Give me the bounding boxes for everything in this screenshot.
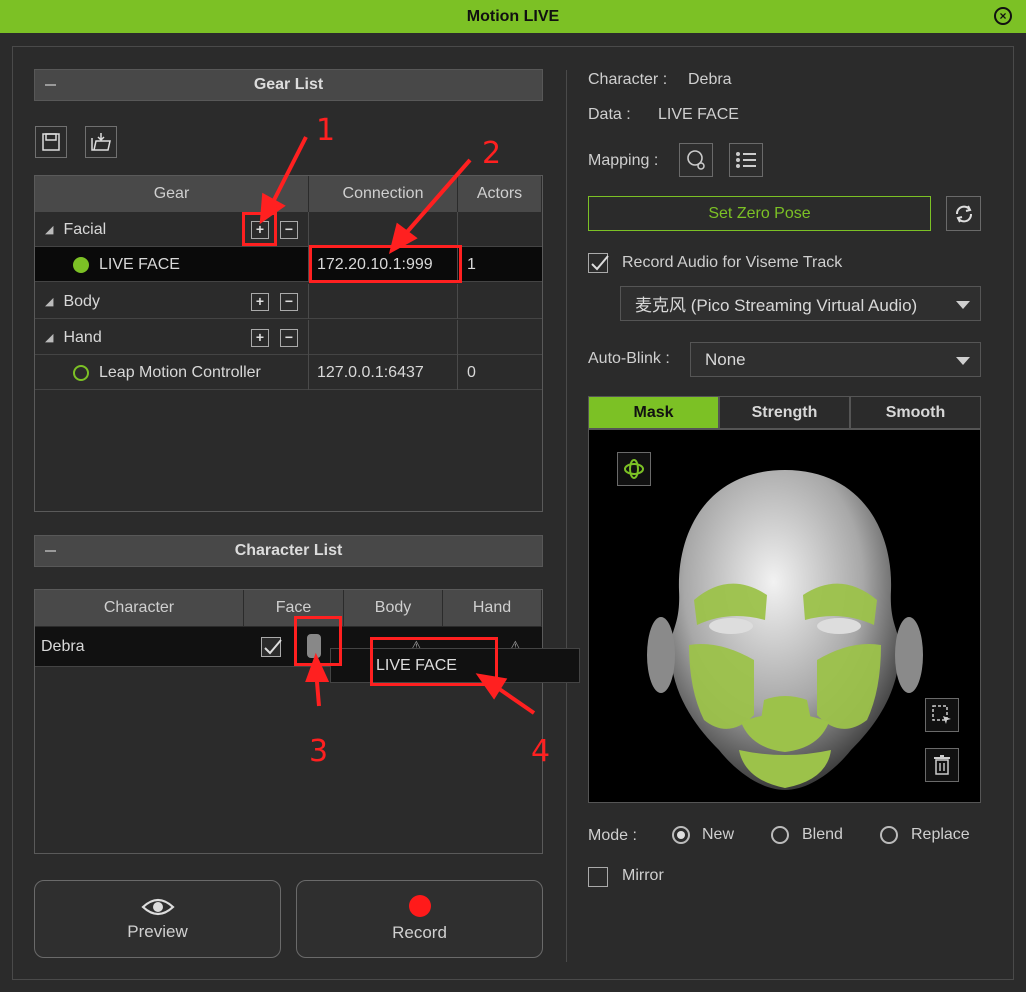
- remove-icon[interactable]: −: [280, 329, 298, 347]
- mode-new-radio[interactable]: [672, 826, 690, 844]
- window-title: Motion LIVE: [466, 7, 560, 25]
- mode-blend-radio[interactable]: [771, 826, 789, 844]
- gear-list-header[interactable]: Gear List: [34, 69, 543, 101]
- expand-triangle-icon[interactable]: ◢: [45, 295, 53, 308]
- mirror-label: Mirror: [622, 867, 664, 884]
- save-icon[interactable]: [35, 126, 67, 158]
- record-button[interactable]: Record: [296, 880, 543, 958]
- face-enable-checkbox[interactable]: [261, 637, 282, 657]
- column-header-hand[interactable]: Hand: [443, 590, 542, 626]
- annotation-label-2: 2: [482, 136, 502, 171]
- record-label: Record: [392, 923, 447, 942]
- preview-label: Preview: [127, 922, 188, 941]
- mapping-label: Mapping :: [588, 152, 659, 169]
- mode-replace-label: Replace: [911, 826, 970, 843]
- device-label: Leap Motion Controller: [99, 363, 261, 381]
- mode-replace-radio[interactable]: [880, 826, 898, 844]
- character-value: Debra: [688, 71, 732, 88]
- record-audio-label: Record Audio for Viseme Track: [622, 254, 843, 271]
- auto-blink-label: Auto-Blink :: [588, 350, 670, 367]
- audio-device-select[interactable]: 麦克风 (Pico Streaming Virtual Audio): [620, 286, 981, 321]
- record-audio-checkbox[interactable]: [588, 253, 609, 273]
- close-icon[interactable]: ×: [994, 7, 1012, 25]
- chevron-down-icon: [956, 301, 970, 309]
- status-disconnected-icon: [73, 364, 89, 381]
- column-header-actors[interactable]: Actors: [458, 176, 542, 212]
- record-dot-icon: [408, 895, 431, 917]
- gear-device-row[interactable]: LIVE FACE 172.20.10.1:999 1: [35, 247, 542, 282]
- face-mapping-icon[interactable]: [679, 143, 713, 177]
- annotation-label-3: 3: [309, 734, 329, 769]
- gear-group-body[interactable]: ◢ Body + −: [35, 284, 542, 319]
- eye-icon: [140, 898, 175, 916]
- load-icon[interactable]: [85, 126, 117, 158]
- device-label: LIVE FACE: [99, 255, 180, 273]
- remove-icon[interactable]: −: [280, 293, 298, 311]
- gear-table: Gear Connection Actors ◢ Facial + − LIVE …: [34, 175, 543, 512]
- group-label: Facial: [63, 220, 107, 238]
- connection-value[interactable]: 127.0.0.1:6437: [317, 355, 424, 390]
- character-table: Character Face Body Hand Debra ⚠ ⚠: [34, 589, 543, 854]
- annotation-box-2: [309, 245, 462, 283]
- mode-label: Mode :: [588, 827, 637, 844]
- annotation-box-3: [294, 616, 342, 666]
- panel-divider: [566, 70, 567, 962]
- expand-triangle-icon[interactable]: ◢: [45, 331, 53, 344]
- select-area-icon[interactable]: [925, 698, 959, 732]
- annotation-box-1: [242, 212, 277, 246]
- collapse-icon[interactable]: [45, 84, 56, 86]
- face-model-image: [647, 470, 923, 790]
- mirror-checkbox[interactable]: [588, 867, 608, 887]
- list-icon[interactable]: [729, 143, 763, 177]
- expand-triangle-icon[interactable]: ◢: [45, 223, 53, 236]
- annotation-box-4: [370, 637, 498, 686]
- chevron-down-icon: [956, 357, 970, 365]
- actors-value: 0: [467, 363, 476, 381]
- character-list-header[interactable]: Character List: [34, 535, 543, 567]
- column-header-connection[interactable]: Connection: [309, 176, 458, 212]
- gear-device-row[interactable]: Leap Motion Controller 127.0.0.1:6437 0: [35, 355, 542, 390]
- character-label: Character :: [588, 71, 668, 88]
- gear-group-hand[interactable]: ◢ Hand + −: [35, 320, 542, 355]
- character-list-title: Character List: [234, 542, 343, 559]
- tab-smooth[interactable]: Smooth: [850, 396, 981, 429]
- collapse-icon[interactable]: [45, 550, 56, 552]
- add-icon[interactable]: +: [251, 329, 269, 347]
- actors-value: 1: [467, 255, 476, 273]
- add-icon[interactable]: +: [251, 293, 269, 311]
- annotation-label-1: 1: [316, 113, 336, 148]
- mode-new-label: New: [702, 826, 735, 843]
- group-label: Body: [63, 292, 100, 310]
- refresh-icon[interactable]: [946, 196, 981, 231]
- gear-list-title: Gear List: [253, 76, 324, 93]
- tab-mask[interactable]: Mask: [588, 396, 719, 429]
- tab-strength[interactable]: Strength: [719, 396, 850, 429]
- face-mask-viewport[interactable]: [588, 429, 981, 803]
- character-name: Debra: [41, 638, 85, 655]
- preview-button[interactable]: Preview: [34, 880, 281, 958]
- set-zero-pose-button[interactable]: Set Zero Pose: [588, 196, 931, 231]
- data-value: LIVE FACE: [658, 106, 739, 123]
- trash-icon[interactable]: [925, 748, 959, 782]
- remove-icon[interactable]: −: [280, 221, 298, 239]
- auto-blink-select[interactable]: None: [690, 342, 981, 377]
- column-header-character[interactable]: Character: [35, 590, 244, 626]
- auto-blink-value: None: [705, 349, 746, 369]
- group-label: Hand: [63, 328, 102, 346]
- status-connected-icon: [73, 256, 89, 273]
- data-label: Data :: [588, 106, 631, 123]
- column-header-gear[interactable]: Gear: [35, 176, 309, 212]
- mode-blend-label: Blend: [802, 826, 843, 843]
- column-header-body[interactable]: Body: [344, 590, 443, 626]
- gear-group-facial[interactable]: ◢ Facial + −: [35, 212, 542, 247]
- annotation-label-4: 4: [531, 734, 551, 769]
- title-bar: Motion LIVE ×: [0, 0, 1026, 33]
- audio-device-value: 麦克风 (Pico Streaming Virtual Audio): [635, 296, 918, 315]
